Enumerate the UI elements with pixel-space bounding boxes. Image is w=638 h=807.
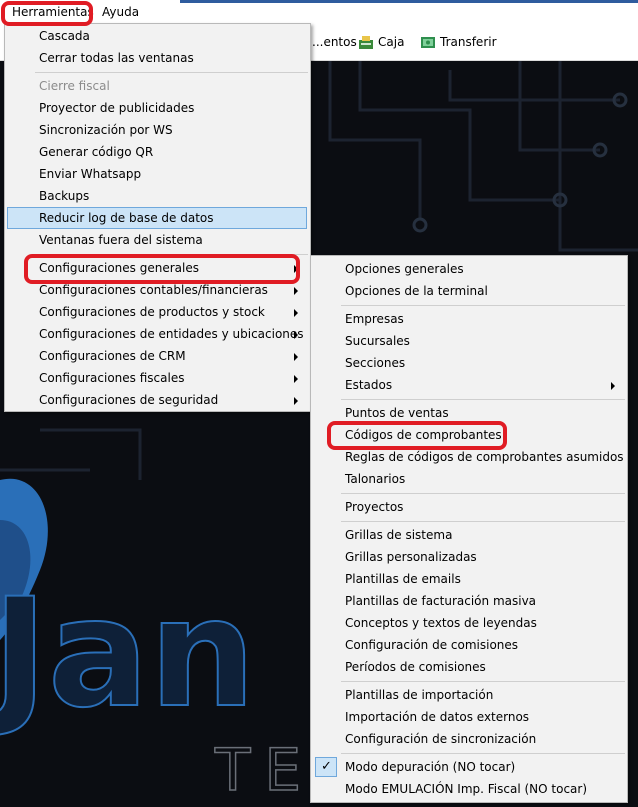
- menu-separator: [341, 753, 625, 754]
- submenu-item-plantillas-emails[interactable]: Plantillas de emails: [313, 568, 623, 590]
- toolbar-caja-button[interactable]: Caja: [358, 32, 404, 52]
- submenu-item-modo-depuracion[interactable]: ✓ Modo depuración (NO tocar): [313, 756, 623, 778]
- submenu-item-modo-depuracion-label: Modo depuración (NO tocar): [345, 760, 516, 774]
- submenu-item-estados-label: Estados: [345, 378, 393, 392]
- submenu-arrow-icon: [294, 331, 298, 339]
- menu-item-config-entidades-label: Configuraciones de entidades y ubicacion…: [39, 327, 304, 341]
- menu-item-config-contables-label: Configuraciones contables/financieras: [39, 283, 268, 297]
- title-bar-strip: [180, 0, 638, 3]
- toolbar-transferir-button[interactable]: Transferir: [420, 32, 497, 52]
- menu-item-generar-qr[interactable]: Generar código QR: [7, 141, 306, 163]
- toolbar-documentos-label: ...entos: [312, 35, 357, 49]
- transfer-icon: [420, 34, 436, 50]
- checkmark-icon: ✓: [321, 759, 332, 774]
- submenu-arrow-icon: [611, 382, 615, 390]
- logo-text: Jan: [0, 567, 256, 741]
- menu-item-enviar-whatsapp[interactable]: Enviar Whatsapp: [7, 163, 306, 185]
- toolbar-transferir-label: Transferir: [440, 35, 497, 49]
- menu-item-backups[interactable]: Backups: [7, 185, 306, 207]
- menu-item-config-productos[interactable]: Configuraciones de productos y stock: [7, 301, 306, 323]
- submenu-item-grillas-personalizadas[interactable]: Grillas personalizadas: [313, 546, 623, 568]
- submenu-item-conceptos-leyendas[interactable]: Conceptos y textos de leyendas: [313, 612, 623, 634]
- cash-register-icon: [358, 34, 374, 50]
- menu-item-config-fiscales-label: Configuraciones fiscales: [39, 371, 185, 385]
- submenu-item-secciones[interactable]: Secciones: [313, 352, 623, 374]
- submenu-item-empresas[interactable]: Empresas: [313, 308, 623, 330]
- menu-item-config-seguridad-label: Configuraciones de seguridad: [39, 393, 219, 407]
- submenu-arrow-icon: [294, 375, 298, 383]
- submenu-item-config-comisiones[interactable]: Configuración de comisiones: [313, 634, 623, 656]
- menu-item-cascada[interactable]: Cascada: [7, 25, 306, 47]
- annotation-codigos-comprobantes: [327, 421, 507, 450]
- menu-item-proyector-publicidades[interactable]: Proyector de publicidades: [7, 97, 306, 119]
- menu-item-config-seguridad[interactable]: Configuraciones de seguridad: [7, 389, 306, 411]
- menu-separator: [341, 493, 625, 494]
- submenu-item-periodos-comisiones[interactable]: Períodos de comisiones: [313, 656, 623, 678]
- submenu-arrow-icon: [294, 309, 298, 317]
- submenu-item-proyectos[interactable]: Proyectos: [313, 496, 623, 518]
- submenu-item-grillas-sistema[interactable]: Grillas de sistema: [313, 524, 623, 546]
- menu-item-cerrar-ventanas[interactable]: Cerrar todas las ventanas: [7, 47, 306, 69]
- submenu-item-plantillas-importacion[interactable]: Plantillas de importación: [313, 684, 623, 706]
- menu-item-config-fiscales[interactable]: Configuraciones fiscales: [7, 367, 306, 389]
- menu-item-config-entidades[interactable]: Configuraciones de entidades y ubicacion…: [7, 323, 306, 345]
- submenu-item-opciones-generales[interactable]: Opciones generales: [313, 258, 623, 280]
- submenu-item-sucursales[interactable]: Sucursales: [313, 330, 623, 352]
- annotation-herramientas: [1, 1, 93, 26]
- menu-separator: [341, 399, 625, 400]
- herramientas-menu: Cascada Cerrar todas las ventanas Cierre…: [4, 23, 311, 412]
- submenu-item-importacion-datos[interactable]: Importación de datos externos: [313, 706, 623, 728]
- menu-ayuda[interactable]: Ayuda: [96, 4, 145, 20]
- menu-item-sincronizacion-ws[interactable]: Sincronización por WS: [7, 119, 306, 141]
- toolbar-caja-label: Caja: [378, 35, 405, 49]
- config-generales-submenu: Opciones generales Opciones de la termin…: [310, 255, 628, 803]
- submenu-item-opciones-terminal[interactable]: Opciones de la terminal: [313, 280, 623, 302]
- submenu-arrow-icon: [294, 287, 298, 295]
- menu-item-config-crm[interactable]: Configuraciones de CRM: [7, 345, 306, 367]
- submenu-item-talonarios[interactable]: Talonarios: [313, 468, 623, 490]
- menu-separator: [341, 521, 625, 522]
- menu-item-cierre-fiscal: Cierre fiscal: [39, 79, 110, 93]
- menu-bar: Herramientas Ayuda: [0, 0, 638, 25]
- annotation-config-generales: [24, 254, 300, 284]
- menu-separator: [341, 681, 625, 682]
- submenu-item-estados[interactable]: Estados: [313, 374, 623, 396]
- submenu-arrow-icon: [294, 397, 298, 405]
- submenu-arrow-icon: [294, 353, 298, 361]
- menu-item-ventanas-fuera[interactable]: Ventanas fuera del sistema: [7, 229, 306, 251]
- submenu-item-config-sincronizacion[interactable]: Configuración de sincronización: [313, 728, 623, 750]
- menu-separator: [341, 305, 625, 306]
- menu-item-config-crm-label: Configuraciones de CRM: [39, 349, 186, 363]
- submenu-item-modo-emulacion[interactable]: Modo EMULACIÓN Imp. Fiscal (NO tocar): [313, 778, 623, 800]
- menu-separator: [35, 72, 308, 73]
- menu-item-reducir-log[interactable]: Reducir log de base de datos: [7, 207, 307, 229]
- submenu-item-plantillas-facturacion[interactable]: Plantillas de facturación masiva: [313, 590, 623, 612]
- toolbar-documentos-button[interactable]: ...entos: [312, 32, 357, 52]
- menu-item-config-productos-label: Configuraciones de productos y stock: [39, 305, 265, 319]
